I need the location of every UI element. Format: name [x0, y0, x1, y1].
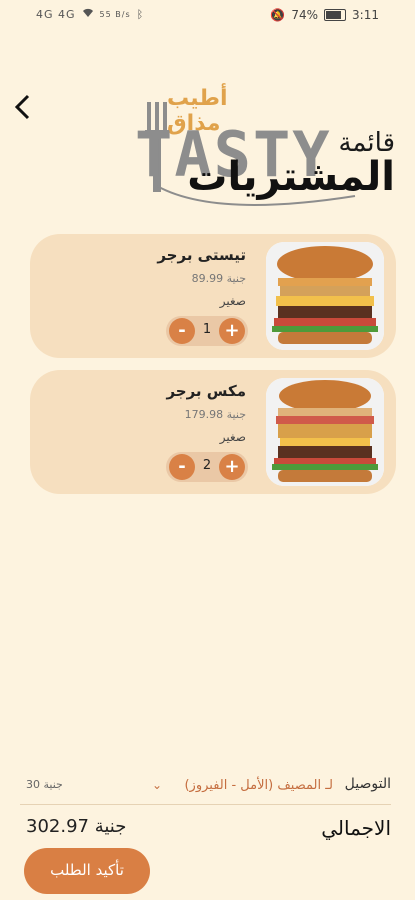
- item-name: مكس برجر: [166, 382, 246, 400]
- burger-image: [266, 242, 384, 350]
- item-size: صغير: [219, 430, 246, 444]
- increase-quantity-button[interactable]: +: [219, 318, 245, 344]
- cart-item: مكس برجر 179.98 جنية صغير - 2 +: [30, 370, 396, 494]
- cart-item: تيستى برجر 89.99 جنية صغير - 1 +: [30, 234, 396, 358]
- status-left: 4G 4G 55 B/s ᛒ: [36, 8, 144, 21]
- status-right: 🔕 74% 3:11: [270, 8, 379, 22]
- total-label: الاجمالي: [321, 816, 391, 840]
- mute-icon: 🔕: [270, 8, 286, 22]
- delivery-area-select[interactable]: لـ المصيف (الأمل - الفيروز): [184, 778, 333, 793]
- item-price: 89.99 جنية: [191, 272, 246, 285]
- speed-indicator: 55 B/s: [99, 10, 131, 19]
- burger-image: [266, 378, 384, 486]
- chevron-left-icon: [14, 94, 30, 120]
- item-name: تيستى برجر: [157, 246, 246, 264]
- burger-icon: [266, 378, 384, 486]
- back-button[interactable]: [12, 92, 36, 124]
- status-bar: 4G 4G 55 B/s ᛒ 🔕 74% 3:11: [0, 0, 415, 30]
- clock: 3:11: [352, 8, 379, 22]
- bluetooth-icon: ᛒ: [136, 8, 145, 21]
- confirm-order-button[interactable]: تأكيد الطلب: [24, 848, 150, 894]
- wifi-icon: [82, 8, 94, 21]
- page-title: قائمة المشتريات: [187, 128, 395, 200]
- battery-percent: 74%: [291, 8, 319, 22]
- page-title-line2: المشتريات: [187, 154, 395, 200]
- chevron-down-icon[interactable]: ⌄: [152, 778, 162, 792]
- battery-icon: [324, 9, 347, 21]
- item-price: 179.98 جنية: [184, 408, 246, 421]
- increase-quantity-button[interactable]: +: [219, 454, 245, 480]
- delivery-label: التوصيل: [344, 776, 391, 792]
- item-size: صغير: [219, 294, 246, 308]
- delivery-fee: 30 جنية: [26, 778, 63, 791]
- burger-icon: [266, 242, 384, 350]
- total-value: 302.97 جنية: [26, 816, 127, 837]
- quantity-stepper: - 2 +: [166, 452, 248, 482]
- quantity-stepper: - 1 +: [166, 316, 248, 346]
- network-indicator: 4G 4G: [36, 8, 76, 21]
- divider: [20, 804, 391, 805]
